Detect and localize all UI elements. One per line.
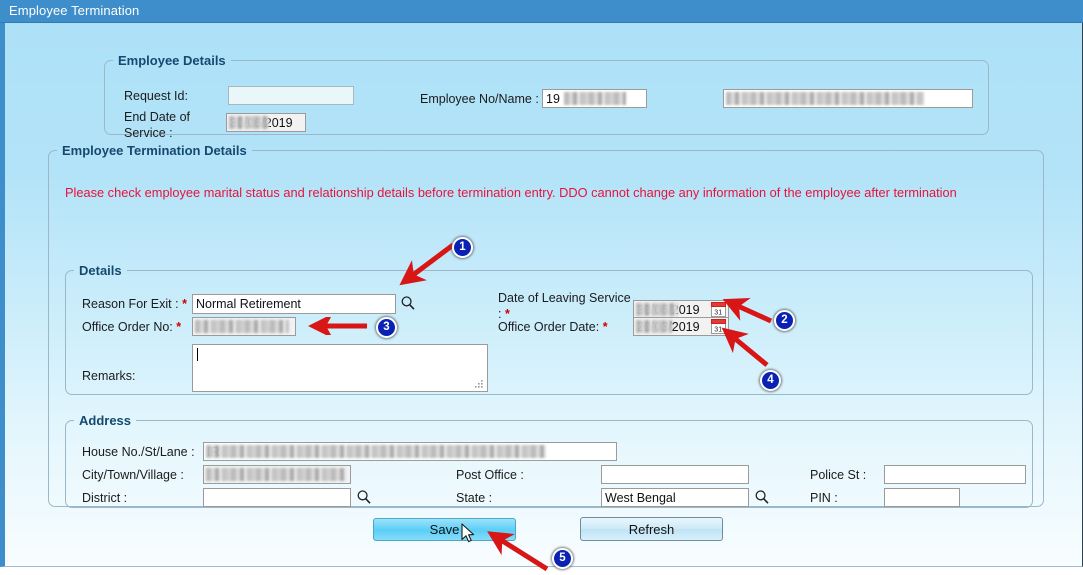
annotation-badge-3: 3 — [376, 317, 397, 338]
annotation-badge-4: 4 — [760, 370, 781, 391]
svg-text:31: 31 — [714, 309, 722, 316]
pin-input[interactable] — [884, 488, 960, 507]
required-star-reason: * — [182, 297, 187, 311]
annotation-badge-1: 1 — [452, 237, 473, 258]
employee-name-input[interactable] — [723, 89, 973, 108]
end-date-of-service-input[interactable] — [226, 113, 306, 132]
text-cursor-caret — [197, 348, 198, 361]
remarks-label: Remarks: — [82, 369, 136, 383]
svg-text:31: 31 — [714, 326, 722, 333]
end-date-label-line1: End Date of — [124, 110, 191, 124]
district-input[interactable] — [203, 488, 351, 507]
police-st-label: Police St : — [810, 468, 867, 482]
post-office-input[interactable] — [601, 465, 749, 484]
office-order-no-wrap[interactable] — [192, 317, 296, 337]
save-button[interactable]: Save — [373, 518, 516, 541]
calendar-icon-2[interactable]: 31 — [711, 319, 726, 334]
termination-warning-text: Please check employee marital status and… — [65, 185, 957, 200]
city-label: City/Town/Village : — [82, 468, 184, 482]
house-no-label: House No./St/Lane : — [82, 445, 195, 459]
address-fieldset: Address House No./St/Lane : City/Town/Vi… — [65, 413, 1033, 508]
termination-details-legend: Employee Termination Details — [62, 143, 247, 158]
reason-for-exit-input[interactable] — [192, 294, 396, 314]
employee-no-input[interactable] — [542, 89, 647, 108]
annotation-badge-5: 5 — [552, 548, 573, 569]
employee-no-wrap[interactable] — [542, 89, 647, 110]
office-order-no-label: Office Order No: * — [82, 320, 182, 334]
office-order-date-wrap[interactable]: 31 — [633, 317, 729, 337]
search-icon-state[interactable] — [754, 489, 770, 505]
refresh-button[interactable]: Refresh — [580, 517, 723, 541]
remarks-textarea[interactable] — [192, 344, 488, 392]
details-fieldset: Details Reason For Exit : * Office Order… — [65, 263, 1033, 395]
house-no-input[interactable] — [203, 442, 617, 461]
state-input[interactable] — [601, 488, 749, 507]
reason-for-exit-label: Reason For Exit : * — [82, 297, 187, 311]
search-icon-district[interactable] — [356, 489, 372, 505]
request-id-label: Request Id: — [124, 89, 188, 103]
details-legend: Details — [79, 263, 122, 278]
state-label: State : — [456, 491, 493, 505]
window-title: Employee Termination — [9, 3, 140, 18]
end-date-of-service-wrap[interactable] — [226, 113, 306, 133]
search-icon[interactable] — [400, 295, 416, 311]
page-body: Employee Details Request Id: End Date of… — [0, 23, 1083, 572]
employee-no-name-label: Employee No/Name : * — [420, 92, 547, 106]
end-date-label-line2: Service : — [124, 126, 173, 140]
required-star-leaving-date: * — [504, 307, 510, 321]
address-legend: Address — [79, 413, 132, 428]
textarea-resize-grip[interactable] — [474, 378, 484, 392]
date-of-leaving-label-line1: Date of Leaving Service — [498, 291, 631, 305]
termination-details-fieldset: Employee Termination Details Please chec… — [48, 143, 1044, 508]
house-no-wrap[interactable] — [203, 442, 617, 462]
district-label: District : — [82, 491, 128, 505]
mouse-cursor — [461, 523, 477, 548]
required-star-order-date: * — [602, 320, 608, 334]
employee-name-wrap[interactable] — [723, 89, 973, 110]
office-order-date-label: Office Order Date: * — [498, 320, 608, 334]
date-of-leaving-label-line2: : * — [498, 307, 510, 321]
city-input[interactable] — [203, 465, 351, 484]
request-id-input[interactable] — [228, 86, 354, 105]
employee-details-legend: Employee Details — [118, 53, 226, 68]
calendar-icon[interactable]: 31 — [711, 302, 726, 317]
employee-details-fieldset: Employee Details Request Id: End Date of… — [104, 53, 989, 140]
annotation-badge-2: 2 — [774, 310, 795, 331]
window-title-bar: Employee Termination — [0, 0, 1083, 23]
required-star-order-no: * — [176, 320, 182, 334]
police-st-input[interactable] — [884, 465, 1026, 484]
pin-label: PIN : — [810, 491, 838, 505]
city-wrap[interactable] — [203, 465, 351, 485]
post-office-label: Post Office : — [456, 468, 524, 482]
office-order-no-input[interactable] — [192, 317, 296, 336]
